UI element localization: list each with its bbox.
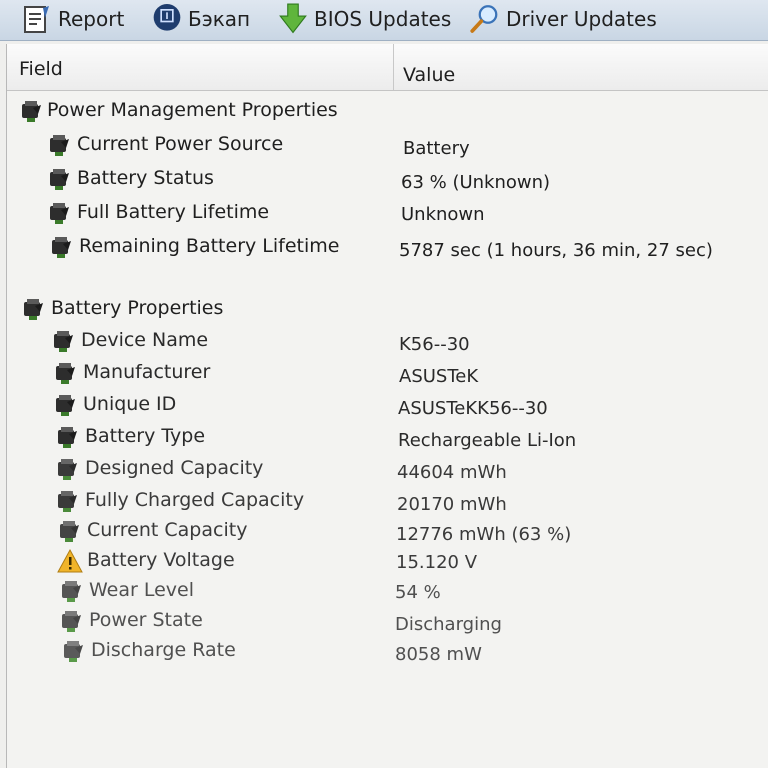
field-value: Rechargeable Li-Ion	[398, 430, 577, 451]
properties-table: Field Value Power Management Properties …	[6, 44, 768, 768]
table-row[interactable]: Current Capacity 12776 mWh (63 %)	[7, 516, 768, 546]
field-label: Battery Voltage	[87, 549, 235, 571]
table-row[interactable]: Current Power Source Battery	[7, 130, 768, 160]
power-device-icon	[64, 641, 83, 662]
field-label: Battery Status	[77, 167, 214, 189]
power-device-icon	[60, 521, 79, 542]
field-label: Wear Level	[89, 579, 195, 601]
field-value: 15.120 V	[396, 552, 478, 573]
field-label: Fully Charged Capacity	[85, 489, 305, 511]
table-header: Field Value	[7, 44, 768, 91]
field-value: 44604 mWh	[397, 462, 507, 483]
report-button[interactable]: Report	[22, 0, 124, 38]
power-device-icon	[54, 331, 73, 352]
power-device-icon	[56, 395, 75, 416]
group-title: Power Management Properties	[47, 99, 338, 121]
power-device-icon	[58, 459, 77, 480]
driver-updates-button[interactable]: Driver Updates	[470, 0, 657, 38]
field-value: Battery	[403, 138, 470, 159]
magnifier-icon	[470, 4, 500, 34]
field-value: 5787 sec (1 hours, 36 min, 27 sec)	[399, 240, 713, 261]
power-device-icon	[52, 237, 71, 258]
table-row[interactable]: Remaining Battery Lifetime 5787 sec (1 h…	[7, 232, 768, 262]
field-value: 20170 mWh	[397, 494, 507, 515]
field-value: K56--30	[399, 334, 470, 355]
field-value: ASUSTeKK56--30	[398, 398, 548, 419]
power-device-icon	[56, 363, 75, 384]
driver-updates-label: Driver Updates	[506, 7, 657, 31]
field-value: 8058 mW	[395, 644, 482, 665]
warning-icon	[57, 548, 83, 573]
table-row[interactable]: Battery Type Rechargeable Li-Ion	[7, 422, 768, 452]
group-battery-properties[interactable]: Battery Properties	[7, 294, 768, 324]
table-row[interactable]: Battery Status 63 % (Unknown)	[7, 164, 768, 194]
value-column-header[interactable]: Value	[403, 64, 455, 86]
field-value: Discharging	[395, 614, 502, 635]
power-device-icon	[50, 169, 69, 190]
field-value: 63 % (Unknown)	[401, 172, 551, 193]
table-row[interactable]: Power State Discharging	[7, 606, 768, 636]
field-value: Unknown	[401, 204, 485, 225]
report-icon	[22, 4, 52, 34]
field-label: Unique ID	[83, 393, 177, 415]
column-divider[interactable]	[393, 44, 394, 90]
download-arrow-icon	[278, 3, 308, 34]
field-label: Current Power Source	[77, 133, 284, 155]
field-label: Battery Type	[85, 425, 206, 447]
backup-button[interactable]: Бэкап	[152, 0, 250, 38]
power-device-icon	[50, 203, 69, 224]
backup-icon	[152, 4, 182, 34]
table-row[interactable]: Unique ID ASUSTeKK56--30	[7, 390, 768, 420]
field-label: Discharge Rate	[91, 639, 236, 661]
field-label: Remaining Battery Lifetime	[79, 235, 340, 257]
power-device-icon	[24, 299, 43, 320]
field-label: Manufacturer	[83, 361, 211, 383]
table-row[interactable]: Full Battery Lifetime Unknown	[7, 198, 768, 228]
power-device-icon	[50, 135, 69, 156]
report-label: Report	[58, 7, 125, 31]
field-value: 12776 mWh (63 %)	[396, 524, 572, 545]
power-device-icon	[58, 427, 77, 448]
power-device-icon	[62, 611, 81, 632]
table-row[interactable]: Fully Charged Capacity 20170 mWh	[7, 486, 768, 516]
table-row[interactable]: Discharge Rate 8058 mW	[7, 636, 768, 666]
field-label: Full Battery Lifetime	[77, 201, 270, 223]
table-row[interactable]: Battery Voltage 15.120 V	[7, 546, 768, 576]
field-value: 54 %	[395, 582, 441, 603]
table-row[interactable]: Wear Level 54 %	[7, 576, 768, 606]
group-title: Battery Properties	[51, 297, 224, 319]
bios-updates-button[interactable]: BIOS Updates	[278, 0, 451, 38]
field-label: Current Capacity	[87, 519, 248, 541]
toolbar: Report Бэкап BIOS Updates Driver Updates	[0, 0, 768, 41]
table-row[interactable]: Manufacturer ASUSTeK	[7, 358, 768, 388]
table-row[interactable]: Designed Capacity 44604 mWh	[7, 454, 768, 484]
power-device-icon	[22, 101, 41, 122]
backup-label: Бэкап	[188, 7, 251, 31]
group-power-management[interactable]: Power Management Properties	[7, 96, 768, 126]
table-row[interactable]: Device Name K56--30	[7, 326, 768, 356]
field-label: Device Name	[81, 329, 209, 351]
field-label: Power State	[89, 609, 203, 631]
bios-updates-label: BIOS Updates	[314, 7, 452, 31]
power-device-icon	[62, 581, 81, 602]
field-column-header[interactable]: Field	[19, 58, 63, 80]
power-device-icon	[58, 491, 77, 512]
field-label: Designed Capacity	[85, 457, 264, 479]
field-value: ASUSTeK	[399, 366, 479, 387]
